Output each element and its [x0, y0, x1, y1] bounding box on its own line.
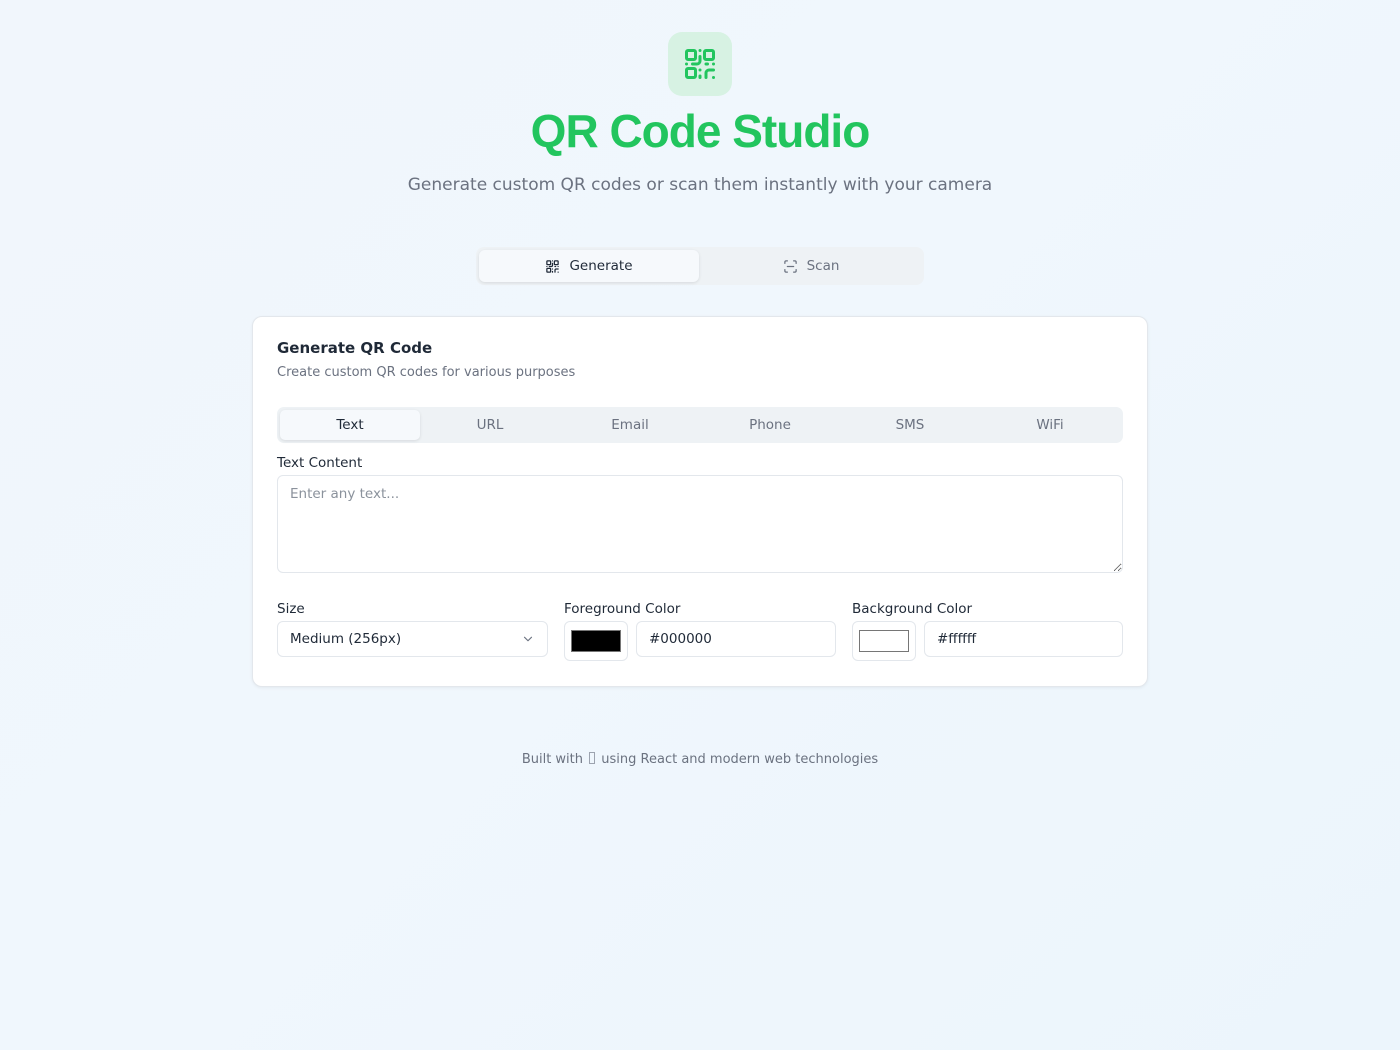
footer: Built with using React and modern web te… — [0, 752, 1400, 767]
size-select[interactable]: Medium (256px) — [277, 621, 548, 657]
size-label: Size — [277, 601, 305, 617]
qr-type-tabs: Text URL Email Phone SMS WiFi — [277, 407, 1123, 443]
type-tab-sms[interactable]: SMS — [840, 410, 980, 440]
size-select-value: Medium (256px) — [290, 631, 402, 647]
mode-tabs: Generate Scan — [476, 247, 924, 285]
footer-suffix: using React and modern web technologies — [601, 752, 879, 767]
foreground-color-picker[interactable] — [564, 621, 628, 661]
type-tab-email[interactable]: Email — [560, 410, 700, 440]
heart-icon — [589, 752, 596, 764]
background-color-input[interactable] — [924, 621, 1123, 657]
foreground-color-input[interactable] — [636, 621, 836, 657]
background-color-picker[interactable] — [852, 621, 916, 661]
type-tab-wifi[interactable]: WiFi — [980, 410, 1120, 440]
card-title: Generate QR Code — [277, 339, 433, 357]
background-color-label: Background Color — [852, 601, 973, 617]
generate-card: Generate QR Code Create custom QR codes … — [252, 316, 1148, 687]
card-description: Create custom QR codes for various purpo… — [277, 365, 576, 380]
type-tab-phone[interactable]: Phone — [700, 410, 840, 440]
type-tab-url[interactable]: URL — [420, 410, 560, 440]
tab-generate-label: Generate — [569, 258, 633, 274]
footer-prefix: Built with — [521, 752, 584, 767]
tab-generate[interactable]: Generate — [479, 250, 699, 282]
app-title: QR Code Studio — [530, 105, 871, 157]
chevron-down-icon — [523, 636, 533, 642]
tab-scan[interactable]: Scan — [701, 250, 921, 282]
app-subtitle: Generate custom QR codes or scan them in… — [407, 175, 993, 195]
scan-icon — [783, 259, 797, 273]
background-color-swatch — [859, 630, 909, 652]
qr-code-icon — [685, 49, 715, 80]
foreground-color-label: Foreground Color — [564, 601, 681, 617]
tab-scan-label: Scan — [806, 258, 840, 274]
foreground-color-swatch — [571, 630, 621, 652]
qr-code-icon — [546, 259, 560, 273]
app-logo — [668, 32, 732, 96]
text-content-label: Text Content — [277, 455, 363, 471]
type-tab-text[interactable]: Text — [280, 410, 420, 440]
text-content-input[interactable] — [277, 475, 1123, 573]
